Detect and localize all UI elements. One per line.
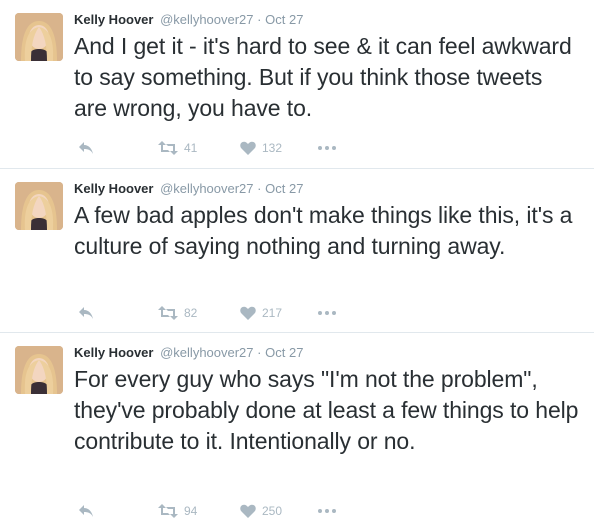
avatar[interactable] (15, 13, 63, 61)
reply-icon (78, 306, 94, 320)
more-icon (318, 146, 336, 150)
more-icon (318, 311, 336, 315)
like-count: 217 (262, 306, 283, 320)
retweet-button[interactable]: 82 (158, 303, 197, 323)
username[interactable]: @kellyhoover27 (160, 12, 253, 27)
tweet-text: For every guy who says "I'm not the prob… (74, 366, 579, 454)
tweet[interactable]: Kelly Hoover @kellyhoover27 · Oct 27 And… (0, 0, 594, 169)
tweet-actions: 94 250 (74, 501, 374, 521)
username[interactable]: @kellyhoover27 (160, 345, 253, 360)
timestamp[interactable]: Oct 27 (265, 181, 303, 196)
reply-button[interactable] (78, 501, 94, 521)
retweet-icon (158, 141, 178, 155)
fullname[interactable]: Kelly Hoover (74, 12, 153, 27)
tweet-actions: 82 217 (74, 303, 374, 323)
username[interactable]: @kellyhoover27 (160, 181, 253, 196)
timeline: Kelly Hoover @kellyhoover27 · Oct 27 And… (0, 0, 594, 532)
avatar[interactable] (15, 346, 63, 394)
tweet-header: Kelly Hoover @kellyhoover27 · Oct 27 (74, 345, 303, 361)
retweet-count: 82 (184, 306, 198, 320)
more-button[interactable] (318, 303, 336, 323)
retweet-count: 41 (184, 141, 198, 155)
tweet-text: A few bad apples don't make things like … (74, 202, 573, 259)
heart-icon (240, 306, 256, 320)
retweet-icon (158, 306, 178, 320)
more-icon (318, 509, 336, 513)
like-button[interactable]: 250 (240, 501, 282, 521)
tweet[interactable]: Kelly Hoover @kellyhoover27 · Oct 27 A f… (0, 169, 594, 333)
reply-icon (78, 141, 94, 155)
retweet-button[interactable]: 94 (158, 501, 197, 521)
tweet-actions: 41 132 (74, 138, 374, 158)
fullname[interactable]: Kelly Hoover (74, 345, 153, 360)
retweet-button[interactable]: 41 (158, 138, 197, 158)
avatar[interactable] (15, 182, 63, 230)
timestamp[interactable]: Oct 27 (265, 345, 303, 360)
like-count: 250 (262, 504, 283, 518)
heart-icon (240, 141, 256, 155)
fullname[interactable]: Kelly Hoover (74, 181, 153, 196)
timestamp[interactable]: Oct 27 (265, 12, 303, 27)
separator: · (257, 345, 262, 360)
tweet-header: Kelly Hoover @kellyhoover27 · Oct 27 (74, 12, 303, 28)
like-count: 132 (262, 141, 283, 155)
more-button[interactable] (318, 138, 336, 158)
reply-icon (78, 504, 94, 518)
heart-icon (240, 504, 256, 518)
reply-button[interactable] (78, 303, 94, 323)
more-button[interactable] (318, 501, 336, 521)
tweet[interactable]: Kelly Hoover @kellyhoover27 · Oct 27 For… (0, 333, 594, 532)
tweet-header: Kelly Hoover @kellyhoover27 · Oct 27 (74, 181, 303, 197)
retweet-count: 94 (184, 504, 198, 518)
reply-button[interactable] (78, 138, 94, 158)
separator: · (257, 181, 262, 196)
retweet-icon (158, 504, 178, 518)
like-button[interactable]: 132 (240, 138, 282, 158)
tweet-text: And I get it - it's hard to see & it can… (74, 33, 572, 121)
like-button[interactable]: 217 (240, 303, 282, 323)
separator: · (257, 12, 262, 27)
